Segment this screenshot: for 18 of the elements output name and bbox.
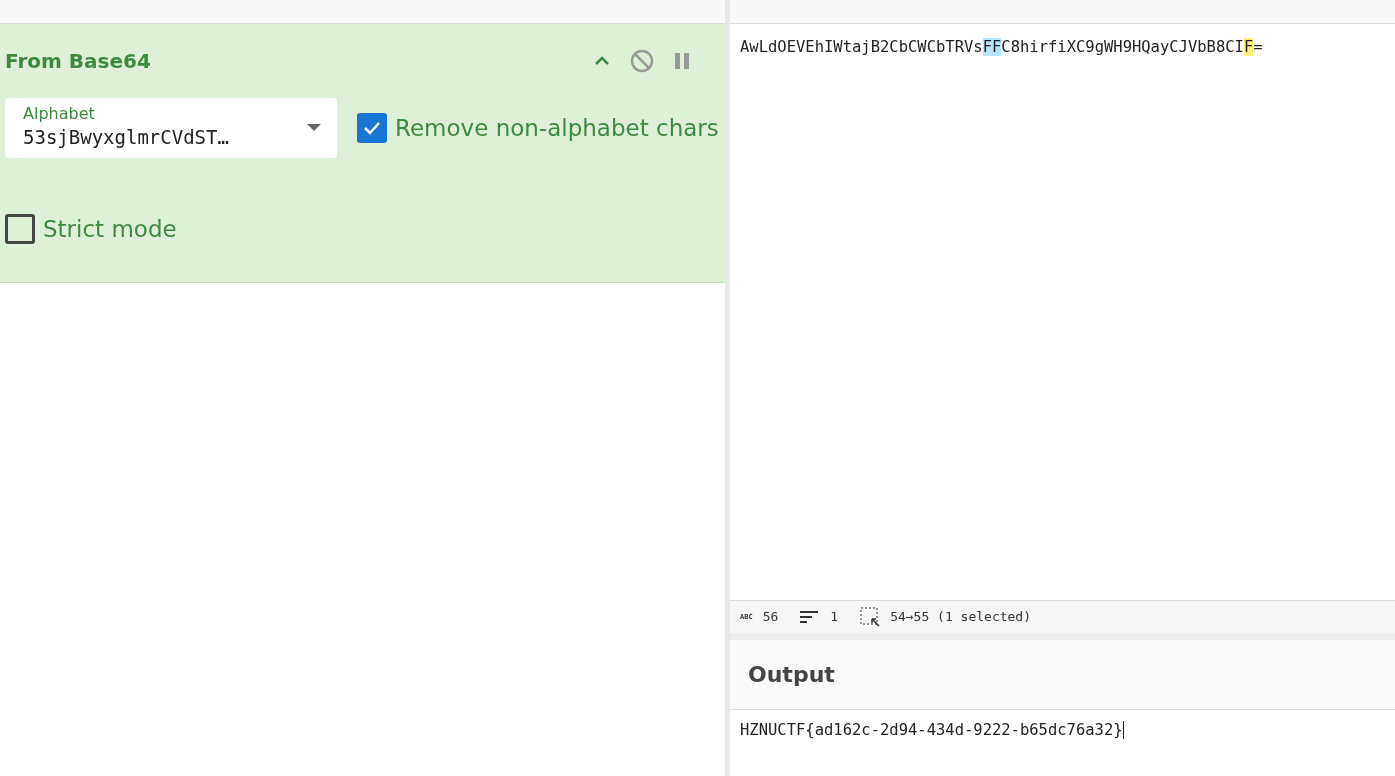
alphabet-dropdown[interactable]: Alphabet 53sjBwyxglmrCVdST… <box>5 98 337 158</box>
selection-range: 54→55 (1 selected) <box>890 608 1032 627</box>
output-text: HZNUCTF{ad162c-2d94-434d-9222-b65dc76a32} <box>740 721 1124 739</box>
pause-icon[interactable] <box>674 52 690 70</box>
checkbox[interactable] <box>5 214 35 245</box>
lines-count: 1 <box>830 608 839 627</box>
disable-icon[interactable] <box>630 49 654 73</box>
checkbox-label: Strict mode <box>43 215 177 244</box>
input-text[interactable]: AwLdOEVEhIWtajB2CbCWCbTRVsFFC8hirfiXC9gWH9HQayCJVbB8CIF= <box>740 34 1385 60</box>
caret-icon <box>307 124 321 131</box>
collapse-icon[interactable] <box>594 56 610 66</box>
length-count: 56 <box>762 608 779 627</box>
checkbox-label: Remove non-alphabet chars <box>395 113 719 143</box>
output-title: Output <box>748 661 835 689</box>
operation-title: From Base64 <box>5 48 151 75</box>
lines-icon <box>800 610 821 624</box>
checkbox[interactable] <box>357 113 387 143</box>
selection-icon <box>860 607 881 627</box>
